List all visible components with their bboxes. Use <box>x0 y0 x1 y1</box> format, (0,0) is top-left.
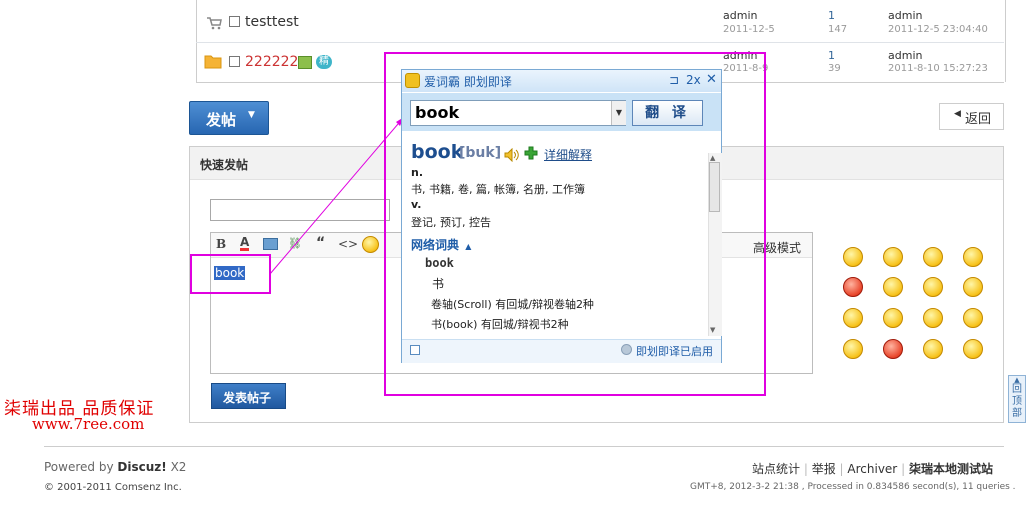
phonetic: [buk] <box>459 145 502 161</box>
scroll-up-icon[interactable]: ▲ <box>710 154 715 162</box>
definition: 书, 书籍, 卷, 篇, 帐簿, 名册, 工作簿 <box>411 183 585 196</box>
headword: book <box>411 141 464 163</box>
dictionary-title: 爱词霸 即划即译 <box>424 75 512 89</box>
entry-line: 书(book) 有回城/辩视书2种 <box>431 318 569 331</box>
entry-word: book <box>425 256 454 270</box>
dictionary-search-input[interactable]: book <box>410 100 626 126</box>
iciba-logo-icon <box>405 73 420 88</box>
web-dictionary-section[interactable]: 网络词典 ▲ <box>411 236 471 253</box>
zoom-toggle-button[interactable]: 2x <box>686 73 701 87</box>
pin-icon[interactable]: ⊐ <box>669 73 679 87</box>
speaker-icon[interactable] <box>504 147 520 165</box>
definition: 登记, 预订, 控告 <box>411 216 491 229</box>
collapse-icon: ▲ <box>465 242 472 251</box>
translate-button[interactable]: 翻 译 <box>632 100 703 126</box>
chevron-down-icon[interactable]: ▼ <box>611 101 626 125</box>
expand-icon[interactable] <box>410 345 420 355</box>
part-of-speech: n. <box>411 166 424 179</box>
part-of-speech: v. <box>411 198 422 211</box>
entry-line: 卷轴(Scroll) 有回城/辩视卷轴2种 <box>431 298 594 311</box>
close-icon[interactable]: ✕ <box>706 72 717 87</box>
instant-translate-status[interactable]: 即划即译已启用 <box>636 343 713 359</box>
add-word-icon[interactable] <box>524 146 538 163</box>
detail-link[interactable]: 详细解释 <box>544 146 592 163</box>
scroll-down-icon[interactable]: ▼ <box>710 326 715 334</box>
entry-meaning: 书 <box>432 277 445 291</box>
scrollbar-thumb[interactable] <box>709 162 720 212</box>
web-dictionary-label: 网络词典 <box>411 238 460 252</box>
status-icon <box>621 344 632 355</box>
